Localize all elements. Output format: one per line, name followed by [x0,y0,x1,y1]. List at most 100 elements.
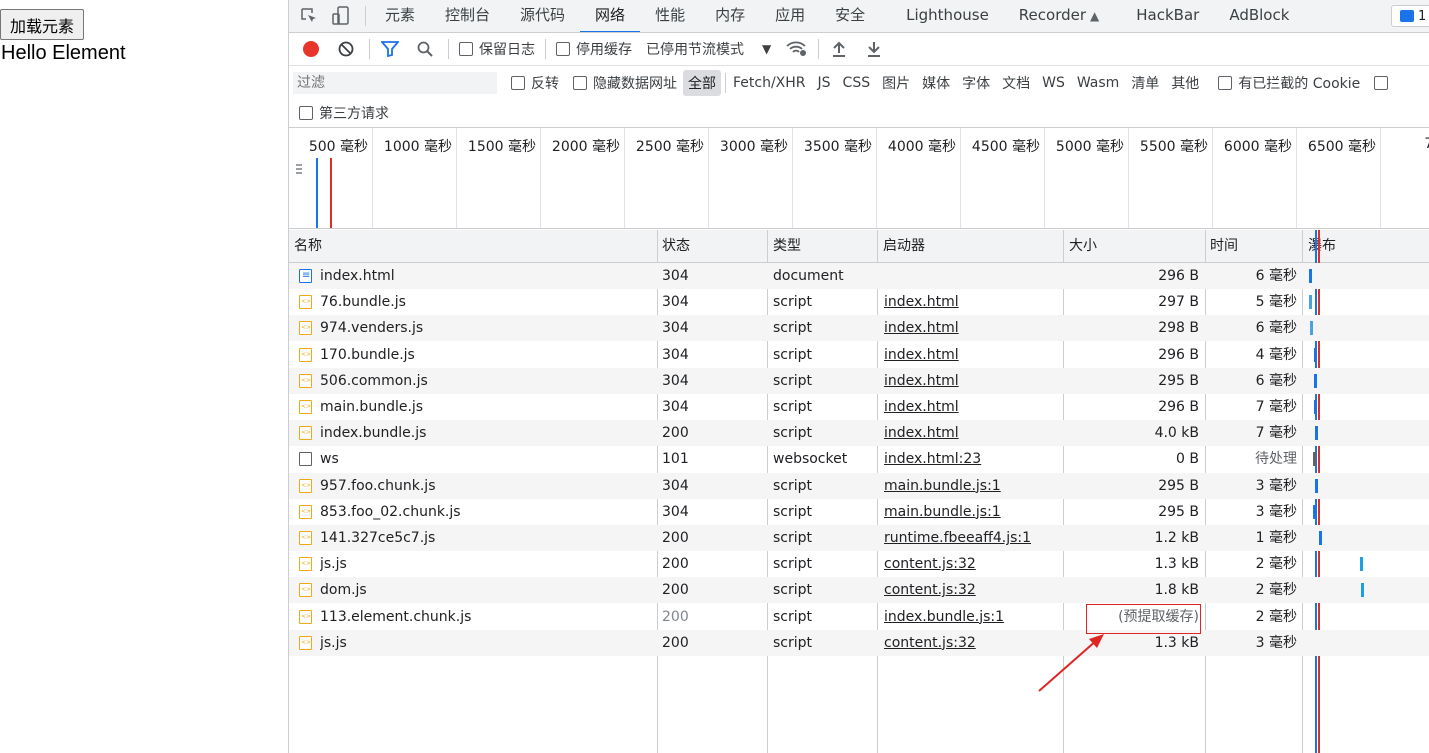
preserve-log-checkbox[interactable]: 保留日志 [459,39,535,59]
filter-type-other[interactable]: 其他 [1166,70,1204,96]
tab-lighthouse[interactable]: Lighthouse [880,0,1004,32]
overview-tick-label: 3500 毫秒 [803,139,872,155]
overview-tick-line [708,128,709,228]
overview-tick-line [1128,128,1129,228]
search-icon [417,41,433,57]
throttle-select[interactable]: 已停用节流模式 [646,39,744,59]
filter-type-all[interactable]: 全部 [683,69,721,96]
overview-tick-label: 4000 毫秒 [887,139,956,155]
checkbox-icon [299,105,313,120]
overview-tick-label: 5500 毫秒 [1139,139,1208,155]
invert-checkbox[interactable]: 反转 [511,73,559,93]
tab-application[interactable]: 应用 [760,0,820,32]
overview-tick-label: 7000 [1424,136,1429,152]
import-har-button[interactable] [827,37,851,61]
tab-sources[interactable]: 源代码 [505,0,580,32]
checkbox-icon [573,75,587,90]
timeline-overview[interactable]: 500 毫秒 1000 毫秒 1500 毫秒 2000 毫秒 2500 毫秒 3000 毫… [289,127,1429,229]
disable-cache-checkbox[interactable]: 停用缓存 [556,39,632,59]
checkbox-icon [1218,75,1233,90]
filter-type-doc[interactable]: 文档 [997,70,1035,96]
throttle-label: 已停用节流模式 [646,42,744,58]
message-count: 1 [1418,8,1427,24]
overview-tick-label: 1500 毫秒 [467,139,536,155]
third-party-checkbox[interactable]: 第三方请求 [299,103,389,123]
tab-security[interactable]: 安全 [820,0,880,32]
overview-tick-line [960,128,961,228]
blocked-requests-checkbox[interactable] [1374,75,1389,90]
wifi-settings-icon [786,41,807,56]
dom-content-loaded-line [316,158,318,228]
clear-icon [338,41,354,57]
overview-tick-label: 5000 毫秒 [1055,139,1124,155]
tab-hackbar[interactable]: HackBar [1121,0,1214,32]
search-button[interactable] [413,37,437,61]
record-button[interactable] [299,37,323,61]
filter-input[interactable] [293,71,497,94]
filter-icon [381,41,399,57]
message-icon [1400,10,1414,22]
overview-requests-mark [296,164,302,176]
checkbox-icon [556,42,570,56]
overview-tick-label: 2500 毫秒 [635,139,704,155]
third-party-bar: 第三方请求 [289,99,1429,126]
inspect-element-icon[interactable] [299,6,319,26]
filter-type-css[interactable]: CSS [838,72,876,94]
overview-tick-line [1212,128,1213,228]
tab-console[interactable]: 控制台 [430,0,505,32]
messages-badge[interactable]: 1 [1391,5,1429,27]
screen: 加载元素 Hello Element 元素 控制台 源代码 网络 性能 内存 应… [0,0,1429,753]
chevron-down-icon[interactable]: ▼ [762,42,771,56]
filter-type-img[interactable]: 图片 [877,70,915,96]
download-icon [868,42,881,57]
tab-elements[interactable]: 元素 [370,0,430,32]
filter-type-font[interactable]: 字体 [957,70,995,96]
blocked-cookies-label: 有已拦截的 Cookie [1238,75,1361,92]
checkbox-icon [459,42,473,56]
disable-cache-label: 停用缓存 [576,42,632,58]
filter-type-manifest[interactable]: 清单 [1126,70,1164,96]
flask-icon: ▲ [1090,9,1100,23]
filter-type-fetch-xhr[interactable]: Fetch/XHR [728,72,811,94]
filter-bar: 反转 隐藏数据网址 全部 Fetch/XHR JS CSS 图片 媒体 字体 文… [289,66,1429,99]
third-party-label: 第三方请求 [319,105,389,122]
load-element-button[interactable]: 加载元素 [0,9,85,40]
clear-button[interactable] [334,37,358,61]
devtools-tab-bar: 元素 控制台 源代码 网络 性能 内存 应用 安全 Lighthouse Rec… [289,0,1429,33]
filter-type-ws[interactable]: WS [1037,72,1070,94]
network-toolbar: 保留日志 停用缓存 已停用节流模式 ▼ [289,33,1429,66]
network-conditions-button[interactable] [785,37,809,61]
overview-tick-label: 3000 毫秒 [719,139,788,155]
devtools-panel: 元素 控制台 源代码 网络 性能 内存 应用 安全 Lighthouse Rec… [288,0,1429,753]
tab-adblock[interactable]: AdBlock [1214,0,1304,32]
overview-tick-line [1044,128,1045,228]
hide-data-urls-label: 隐藏数据网址 [593,75,677,92]
overview-tick-label: 4500 毫秒 [971,139,1040,155]
filter-toggle-button[interactable] [378,37,402,61]
overview-tick-label: 6000 毫秒 [1223,139,1292,155]
tab-memory[interactable]: 内存 [700,0,760,32]
filter-type-media[interactable]: 媒体 [917,70,955,96]
tab-network[interactable]: 网络 [580,0,641,32]
requests-table: 名称 状态 类型 启动器 大小 时间 瀑布 index.html304docum… [289,230,1429,753]
overview-tick-label: 1000 毫秒 [383,139,452,155]
record-icon [303,41,319,57]
preserve-log-label: 保留日志 [479,42,535,58]
blocked-cookies-checkbox[interactable]: 有已拦截的 Cookie [1218,73,1360,93]
device-toolbar-icon[interactable] [331,6,351,26]
hide-data-urls-checkbox[interactable]: 隐藏数据网址 [573,73,677,93]
overview-tick-label: 2000 毫秒 [551,139,620,155]
filter-type-wasm[interactable]: Wasm [1072,72,1124,94]
overview-tick-line [792,128,793,228]
annotation-arrow-icon [1038,634,1104,692]
overview-tick-line [1296,128,1297,228]
tab-recorder[interactable]: Recorder [1004,0,1090,32]
overview-tick-label: 6500 毫秒 [1307,139,1376,155]
overview-tick-line [876,128,877,228]
overview-tick-line [1380,128,1381,228]
overview-tick-label: 500 毫秒 [308,139,368,155]
overview-tick-line [372,128,373,228]
tab-performance[interactable]: 性能 [640,0,700,32]
export-har-button[interactable] [862,37,886,61]
filter-type-js[interactable]: JS [813,72,836,94]
